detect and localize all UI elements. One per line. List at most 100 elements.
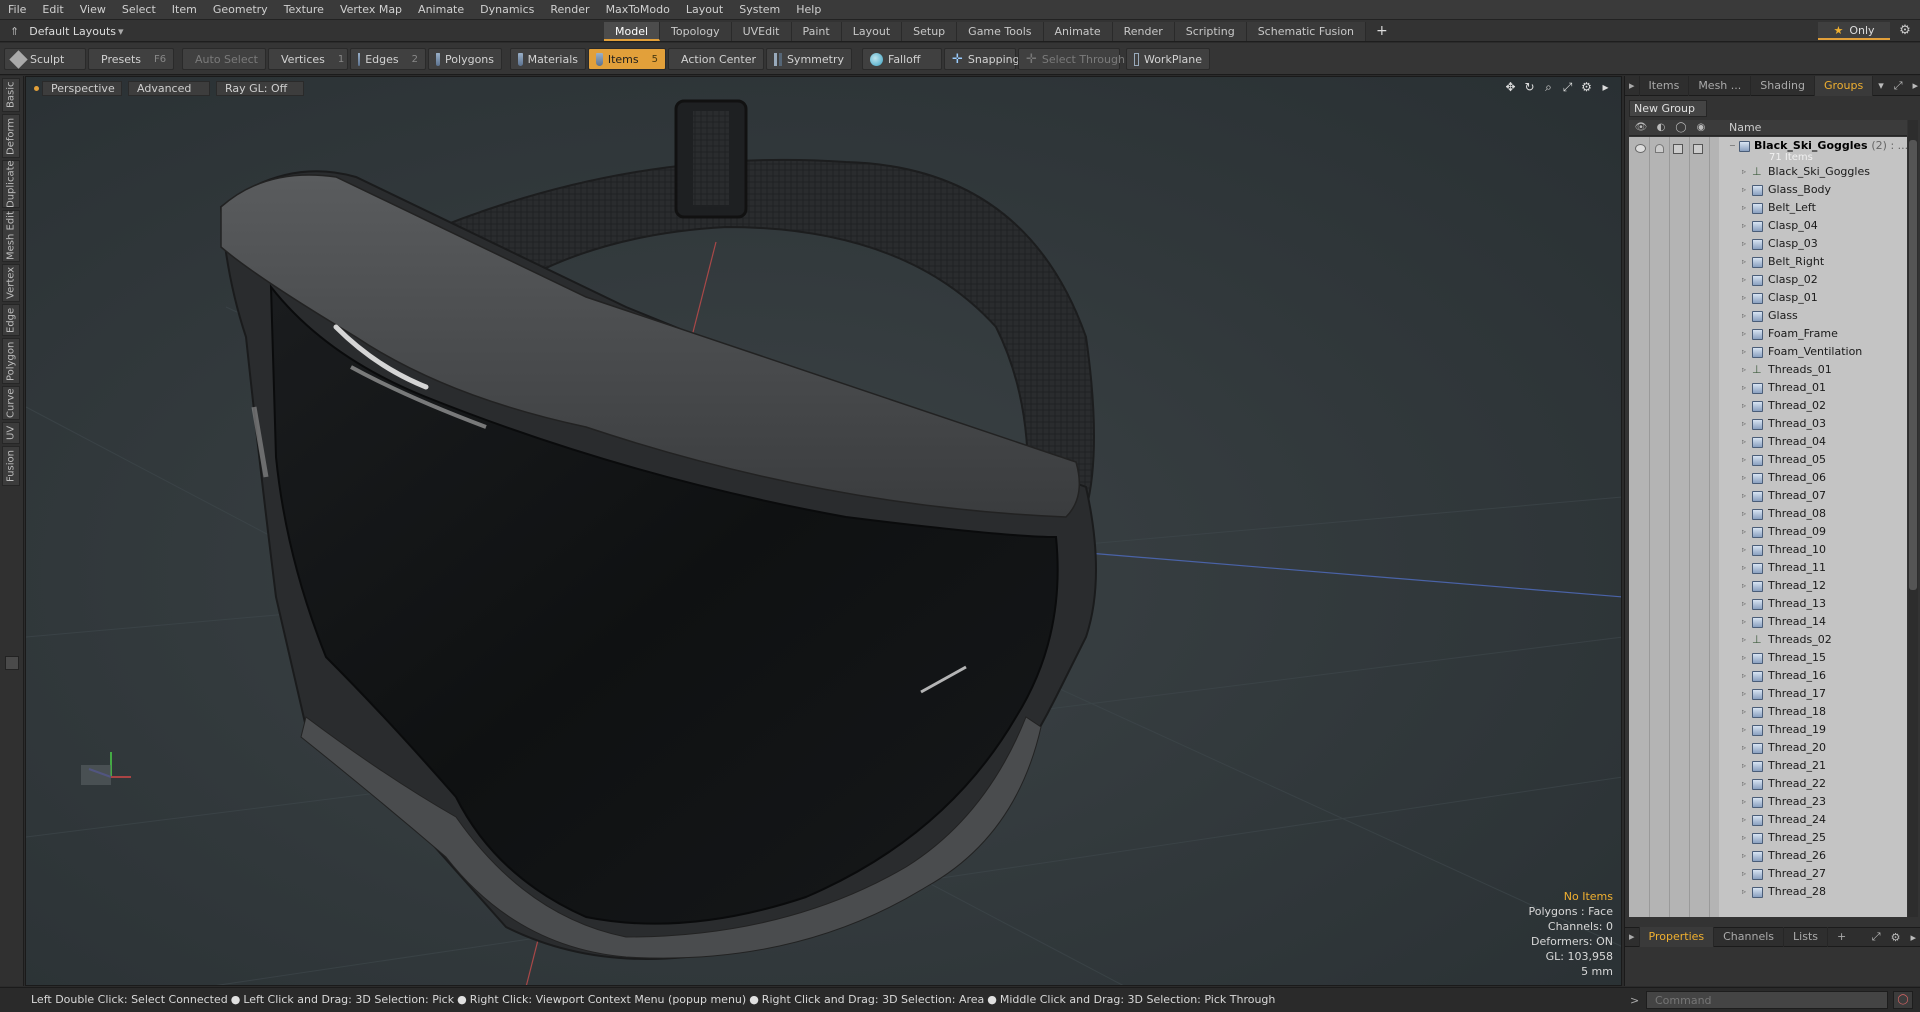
list-item[interactable]: ▹ Thread_28 [1629, 883, 1907, 901]
menu-select[interactable]: Select [114, 0, 164, 20]
list-item[interactable]: ▹ Thread_01 [1629, 379, 1907, 397]
3d-viewport[interactable]: Perspective Advanced Ray GL: Off ✥ ↻ ⌕ ⤢… [25, 76, 1622, 986]
panel-maximize-icon[interactable]: ⤢ [1867, 930, 1886, 944]
menu-geometry[interactable]: Geometry [205, 0, 276, 20]
tab-model[interactable]: Model [604, 22, 661, 41]
tab-game-tools[interactable]: Game Tools [957, 22, 1044, 41]
menu-vertex-map[interactable]: Vertex Map [332, 0, 410, 20]
lock-icon[interactable] [1655, 144, 1664, 153]
list-item[interactable]: ▹ Thread_07 [1629, 487, 1907, 505]
menu-edit[interactable]: Edit [34, 0, 71, 20]
menu-texture[interactable]: Texture [276, 0, 332, 20]
list-item[interactable]: ▹ Clasp_04 [1629, 217, 1907, 235]
panel-toggle-button[interactable] [5, 656, 19, 670]
add-tab-icon[interactable]: + [1828, 927, 1855, 947]
list-item[interactable]: ▹ Thread_16 [1629, 667, 1907, 685]
rotate-view-icon[interactable]: ↻ [1522, 80, 1537, 95]
scrollbar-thumb[interactable] [1909, 140, 1917, 590]
menu-file[interactable]: File [0, 0, 34, 20]
left-tab-uv[interactable]: UV [2, 422, 20, 444]
list-item[interactable]: ▹ Belt_Right [1629, 253, 1907, 271]
left-tab-deform[interactable]: Deform [2, 114, 20, 158]
shading-mode-dropdown[interactable]: Advanced [128, 81, 210, 96]
snapping-button[interactable]: ✛ Snapping [944, 48, 1020, 70]
only-button[interactable]: ★ Only [1818, 22, 1890, 40]
menu-help[interactable]: Help [788, 0, 829, 20]
list-item[interactable]: ▹ Thread_25 [1629, 829, 1907, 847]
scene-render[interactable] [26, 77, 1622, 986]
list-item[interactable]: ▹ Foam_Ventilation [1629, 343, 1907, 361]
menu-dynamics[interactable]: Dynamics [472, 0, 542, 20]
raygl-toggle[interactable]: Ray GL: Off [216, 81, 304, 96]
list-item[interactable]: ▹ Thread_06 [1629, 469, 1907, 487]
list-item[interactable]: ▹ Thread_10 [1629, 541, 1907, 559]
menu-item[interactable]: Item [164, 0, 205, 20]
list-item[interactable]: ▹ Thread_09 [1629, 523, 1907, 541]
list-item[interactable]: ▹ Thread_05 [1629, 451, 1907, 469]
render-checkbox[interactable] [1693, 144, 1703, 154]
menu-layout[interactable]: Layout [678, 0, 731, 20]
polygons-button[interactable]: Polygons [428, 48, 502, 70]
select-checkbox[interactable] [1673, 144, 1683, 154]
list-item[interactable]: ▹ Thread_21 [1629, 757, 1907, 775]
sculpt-button[interactable]: Sculpt [4, 48, 86, 70]
panel-tab-groups[interactable]: Groups [1814, 75, 1874, 96]
layout-dropdown[interactable]: ⇑ Default Layouts ▾ [6, 22, 138, 40]
action-center-button[interactable]: Action Center [668, 48, 764, 70]
menu-system[interactable]: System [731, 0, 788, 20]
panel-tab-shading[interactable]: Shading [1751, 75, 1815, 96]
list-item[interactable]: ▹ Belt_Left [1629, 199, 1907, 217]
visibility-column-icon[interactable]: 👁 [1633, 121, 1649, 135]
list-item[interactable]: ▹ Thread_14 [1629, 613, 1907, 631]
list-item[interactable]: ▹ Thread_23 [1629, 793, 1907, 811]
list-item[interactable]: ▹ Thread_19 [1629, 721, 1907, 739]
tab-uvedit[interactable]: UVEdit [731, 22, 792, 41]
panel-menu-arrow-icon[interactable]: ▸ [1908, 79, 1920, 92]
move-view-icon[interactable]: ✥ [1503, 80, 1518, 95]
panel-tab-mesh[interactable]: Mesh ... [1689, 75, 1752, 96]
viewport-gear-icon[interactable]: ⚙ [1579, 80, 1594, 95]
view-mode-dropdown[interactable]: Perspective [42, 81, 122, 96]
falloff-button[interactable]: Falloff [862, 48, 942, 70]
materials-button[interactable]: Materials [510, 48, 586, 70]
bottom-tab-properties[interactable]: Properties [1639, 927, 1715, 947]
left-tab-vertex[interactable]: Vertex [2, 264, 20, 302]
list-item[interactable]: ▹ Thread_04 [1629, 433, 1907, 451]
list-item[interactable]: ▹ Thread_22 [1629, 775, 1907, 793]
list-item[interactable]: ▹ Clasp_01 [1629, 289, 1907, 307]
edges-button[interactable]: Edges 2 [350, 48, 426, 70]
list-item[interactable]: ▹ Threads_02 [1629, 631, 1907, 649]
command-history-icon[interactable]: ◯ [1893, 991, 1913, 1009]
panel-maximize-icon[interactable]: ⤢ [1889, 79, 1908, 93]
list-item[interactable]: ▹ Clasp_03 [1629, 235, 1907, 253]
symmetry-button[interactable]: Symmetry [766, 48, 852, 70]
tab-layout[interactable]: Layout [841, 22, 903, 41]
list-item[interactable]: ▹ Thread_24 [1629, 811, 1907, 829]
workplane-button[interactable]: WorkPlane [1126, 48, 1210, 70]
list-item[interactable]: ▹ Thread_02 [1629, 397, 1907, 415]
menu-view[interactable]: View [72, 0, 114, 20]
gear-icon[interactable]: ⚙ [1896, 22, 1914, 40]
list-item[interactable]: ▹ Thread_11 [1629, 559, 1907, 577]
list-item[interactable]: ▹ Thread_08 [1629, 505, 1907, 523]
list-item[interactable]: ▹ Black_Ski_Goggles [1629, 163, 1907, 181]
group-row[interactable]: − Black_Ski_Goggles (2) : ... 71 Items [1629, 137, 1907, 163]
left-tab-mesh-edit[interactable]: Mesh Edit [2, 210, 20, 262]
group-list-scrollbar[interactable] [1908, 120, 1918, 917]
panel-gear-icon[interactable]: ⚙ [1886, 931, 1906, 944]
maximize-view-icon[interactable]: ⤢ [1560, 80, 1575, 95]
left-tab-duplicate[interactable]: Duplicate [2, 160, 20, 208]
list-item[interactable]: ▹ Thread_15 [1629, 649, 1907, 667]
panel-tab-items[interactable]: Items [1640, 75, 1690, 96]
menu-animate[interactable]: Animate [410, 0, 472, 20]
render-column-icon[interactable]: ◉ [1693, 121, 1709, 135]
list-item[interactable]: ▹ Thread_17 [1629, 685, 1907, 703]
list-item[interactable]: ▹ Foam_Frame [1629, 325, 1907, 343]
lock-column-icon[interactable]: ◐ [1653, 121, 1669, 135]
menu-render[interactable]: Render [542, 0, 597, 20]
list-item[interactable]: ▹ Thread_20 [1629, 739, 1907, 757]
panel-menu-arrow-icon[interactable]: ▸ [1905, 931, 1920, 944]
list-item[interactable]: ▹ Clasp_02 [1629, 271, 1907, 289]
left-tab-fusion[interactable]: Fusion [2, 446, 20, 486]
collapse-icon[interactable]: − [1729, 137, 1736, 155]
